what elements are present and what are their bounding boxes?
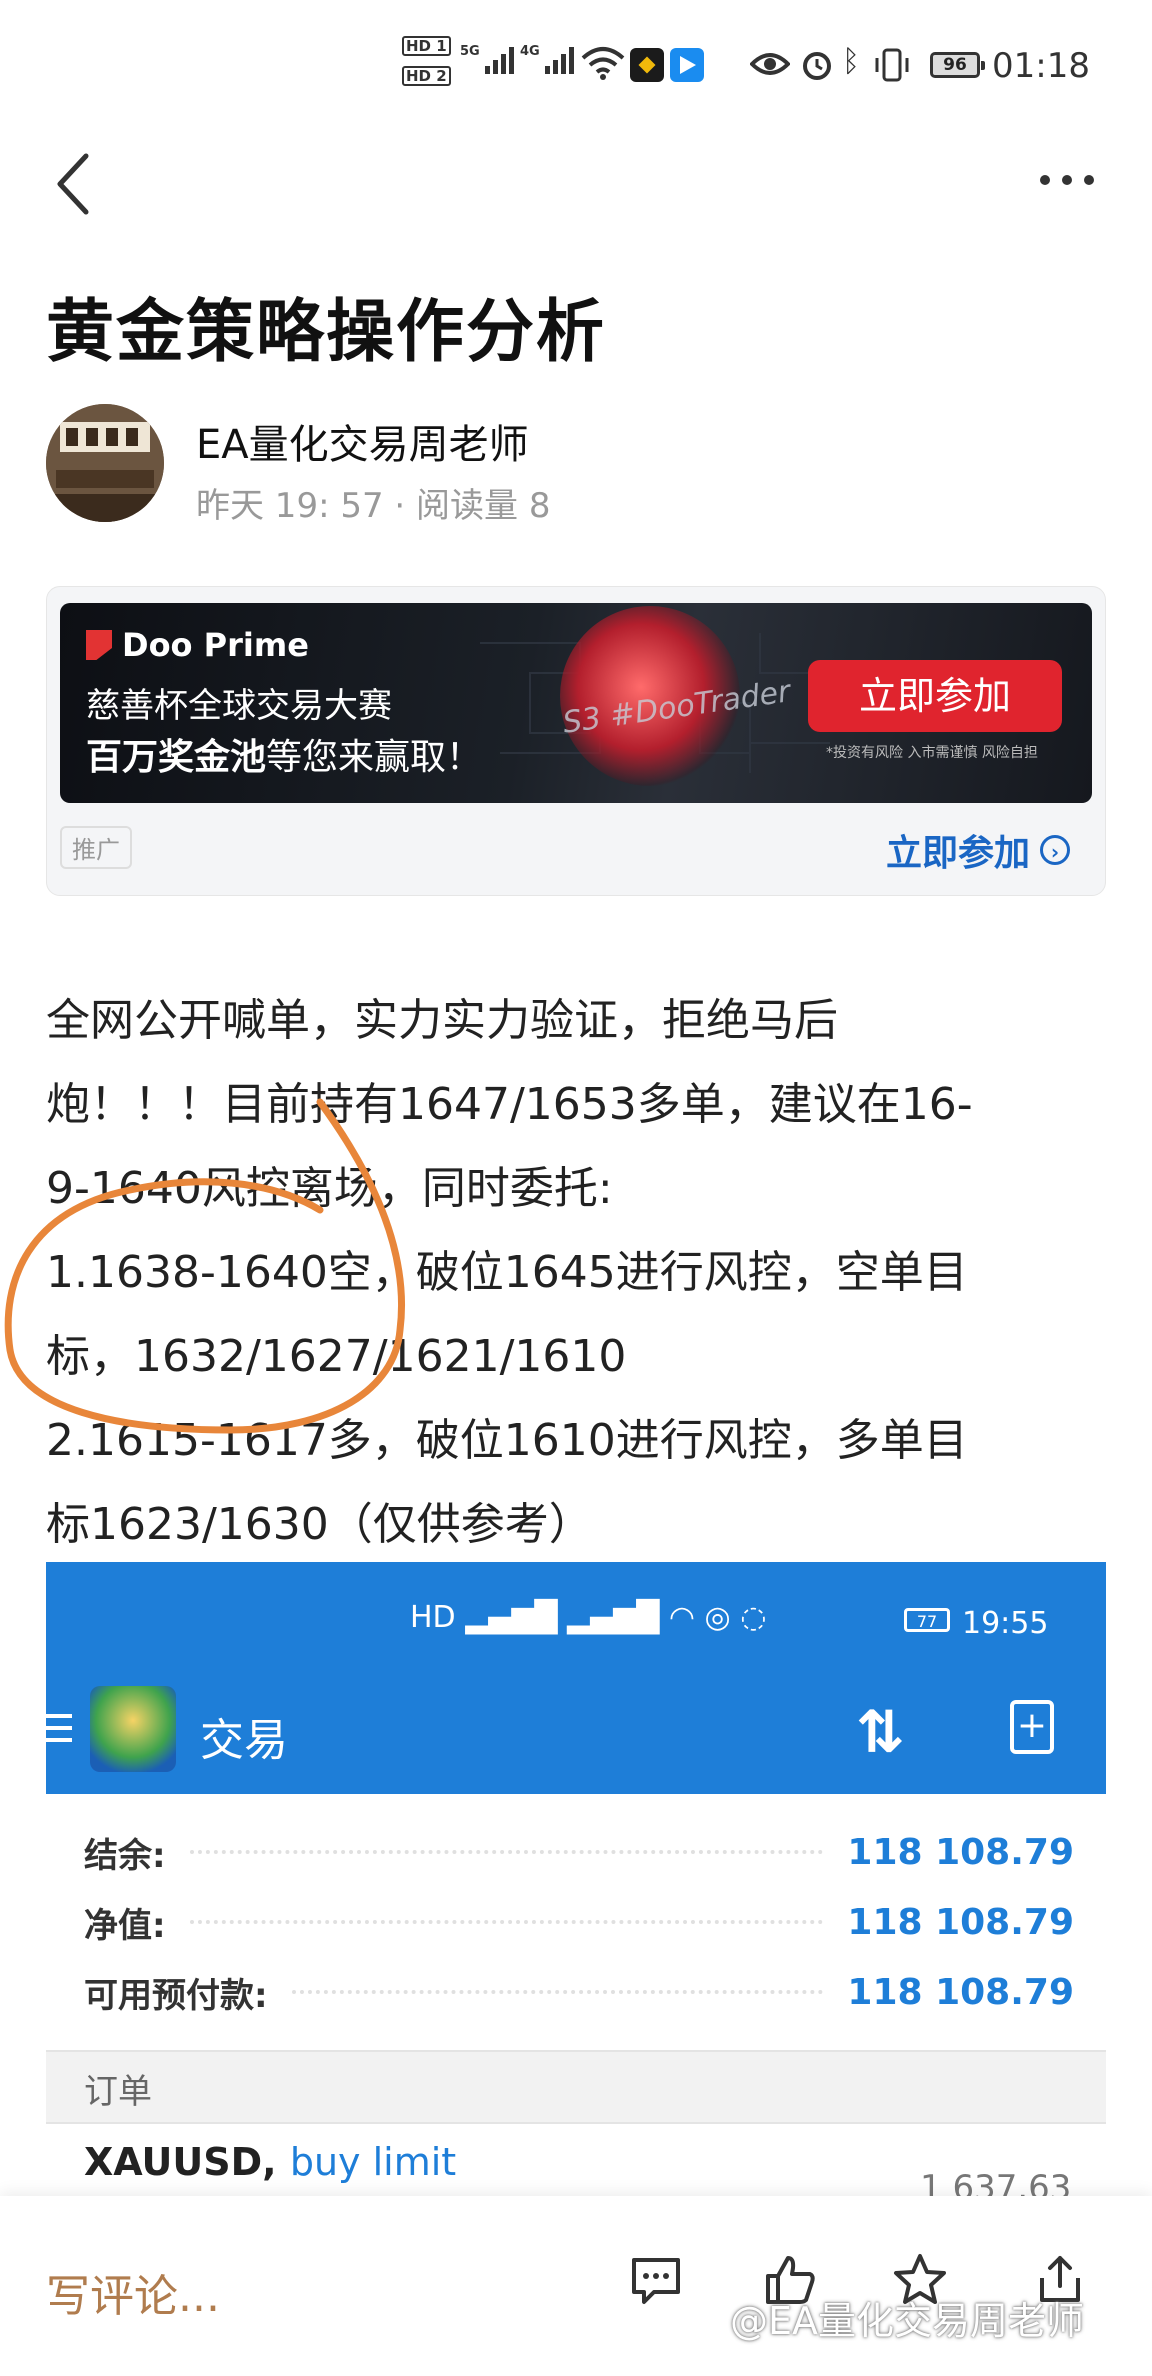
sort-icon: ⇅	[856, 1698, 905, 1766]
embedded-status-icons: HD ▂▄▆█ ▂▄▆█ ◠ ◎ ◌	[410, 1600, 767, 1635]
orders-section-header: 订单	[46, 2050, 1106, 2124]
app-notification-icon	[670, 48, 704, 82]
status-bar: HD 1 HD 2 5G 4G ᛒ 96 01:18	[0, 0, 1152, 130]
comment-icon[interactable]	[626, 2250, 686, 2310]
ad-headline: 慈善杯全球交易大赛	[86, 686, 392, 726]
hd-icon: HD 1	[402, 36, 451, 56]
wifi-icon	[581, 47, 625, 80]
battery-icon: 96	[930, 52, 985, 78]
back-arrow-icon[interactable]	[52, 152, 96, 216]
hd-icon: HD 2	[402, 66, 451, 86]
new-order-icon: +	[1010, 1700, 1054, 1754]
comment-input[interactable]: 写评论...	[46, 2260, 220, 2324]
vibrate-icon	[875, 48, 909, 82]
embedded-status-time: 19:55	[962, 1606, 1049, 1641]
order-symbol: XAUUSD, buy limit	[84, 2140, 457, 2184]
account-row-equity: 净值: 118 108.79	[84, 1901, 1074, 1946]
ad-risk-warning: *投资有风险 入市需谨慎 风险自担	[826, 745, 1038, 761]
bluetooth-icon: ᛒ	[842, 44, 860, 79]
handdrawn-circle-annotation	[4, 1098, 405, 1434]
more-options-icon[interactable]	[1040, 170, 1110, 190]
metatrader-logo-icon	[90, 1686, 176, 1772]
menu-icon	[46, 1714, 72, 1744]
embedded-battery-icon: 77	[904, 1608, 950, 1632]
ad-join-button[interactable]: 立即参加	[808, 660, 1062, 732]
alarm-icon	[803, 52, 831, 80]
ad-brand-logo: Doo Prime	[86, 626, 309, 664]
binance-app-icon	[630, 48, 664, 82]
author-name[interactable]: EA量化交易周老师	[196, 412, 529, 470]
account-row-free-margin: 可用预付款: 118 108.79	[84, 1971, 1074, 2016]
article-meta: 昨天 19: 57 · 阅读量 8	[196, 486, 551, 526]
eye-icon	[750, 53, 790, 75]
author-avatar[interactable]	[46, 404, 164, 522]
ad-subheadline: 百万奖金池等您来赢取！	[86, 737, 483, 778]
article-title: 黄金策略操作分析	[46, 293, 607, 372]
chevron-right-icon: ›	[1040, 835, 1071, 865]
article-paragraph-line: 标1623/1630（仅供参考）	[46, 1499, 593, 1550]
signal-4g-icon: 4G	[520, 44, 574, 74]
status-time: 01:18	[992, 46, 1090, 86]
ad-join-link[interactable]: 立即参加 ›	[886, 824, 1071, 876]
signal-5g-icon: 5G	[460, 44, 514, 74]
watermark: @EA量化交易周老师	[730, 2299, 1085, 2343]
ad-promo-tag: 推广	[60, 826, 132, 869]
article-paragraph-line: 全网公开喊单，实力实力验证，拒绝马后	[46, 995, 838, 1046]
embedded-header-title: 交易	[200, 1715, 288, 1766]
account-row-balance: 结余: 118 108.79	[84, 1831, 1074, 1876]
